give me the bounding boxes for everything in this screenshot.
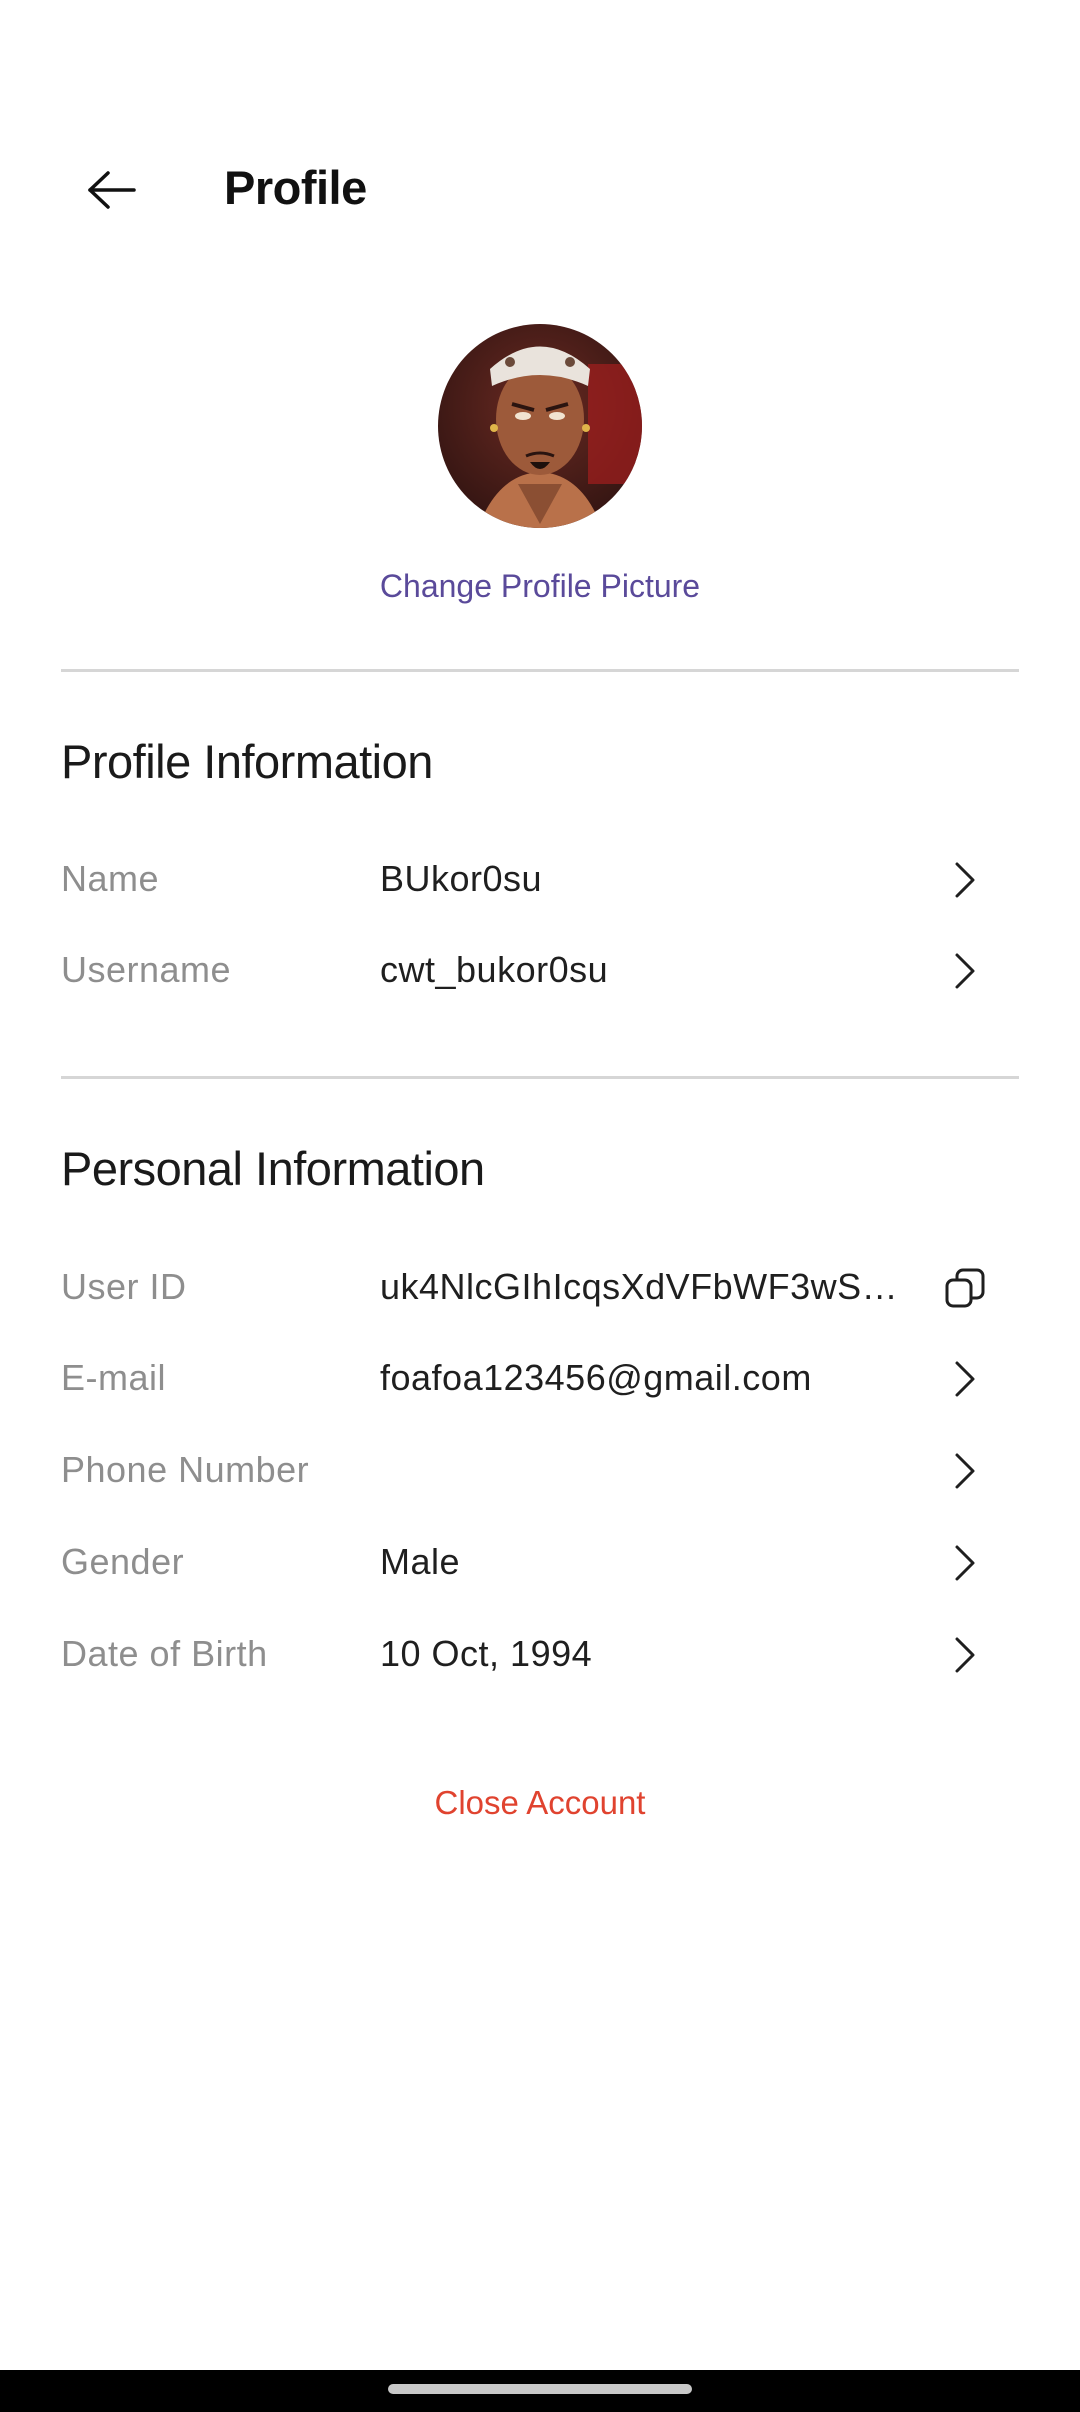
row-label: Gender	[61, 1541, 185, 1582]
divider	[61, 1076, 1019, 1079]
row-value: BUkor0su	[380, 858, 543, 899]
row-date-of-birth[interactable]: Date of Birth 10 Oct, 1994	[0, 1615, 1080, 1695]
home-gesture-handle[interactable]	[388, 2384, 692, 2394]
row-label: Date of Birth	[61, 1633, 268, 1674]
row-label: E-mail	[61, 1357, 167, 1398]
app-header: Profile	[0, 140, 1080, 240]
chevron-right-icon	[935, 1445, 995, 1497]
row-name[interactable]: Name BUkor0su	[0, 840, 1080, 920]
chevron-right-icon	[935, 1629, 995, 1681]
row-user-id: User ID uk4NlcGIhIcqsXdVFbWF3wS…	[0, 1248, 1080, 1328]
row-value: 10 Oct, 1994	[380, 1633, 593, 1674]
divider	[61, 669, 1019, 672]
section-title-personal-information: Personal Information	[61, 1142, 485, 1195]
chevron-right-icon	[935, 1353, 995, 1405]
chevron-right-icon	[935, 1537, 995, 1589]
avatar[interactable]	[438, 324, 642, 528]
row-label: User ID	[61, 1266, 187, 1307]
section-title-profile-information: Profile Information	[61, 735, 433, 788]
row-phone-number[interactable]: Phone Number	[0, 1431, 1080, 1511]
row-email[interactable]: E-mail foafoa123456@gmail.com	[0, 1339, 1080, 1419]
row-value: cwt_bukor0su	[380, 949, 609, 990]
row-value: foafoa123456@gmail.com	[380, 1357, 812, 1398]
row-username[interactable]: Username cwt_bukor0su	[0, 931, 1080, 1011]
row-gender[interactable]: Gender Male	[0, 1523, 1080, 1603]
chevron-right-icon	[935, 945, 995, 997]
arrow-left-icon	[88, 171, 136, 209]
system-navigation-bar	[0, 2370, 1080, 2412]
back-button[interactable]	[68, 150, 156, 230]
page-title: Profile	[224, 161, 367, 214]
avatar-image	[438, 324, 642, 528]
row-label: Name	[61, 858, 160, 899]
row-label: Username	[61, 949, 232, 990]
chevron-right-icon	[935, 854, 995, 906]
close-account-button[interactable]: Close Account	[0, 1784, 1080, 1822]
copy-icon[interactable]	[935, 1262, 995, 1314]
row-value: uk4NlcGIhIcqsXdVFbWF3wS…	[380, 1266, 899, 1307]
row-value: Male	[380, 1541, 461, 1582]
row-label: Phone Number	[61, 1449, 310, 1490]
change-profile-picture-link[interactable]: Change Profile Picture	[0, 568, 1080, 605]
